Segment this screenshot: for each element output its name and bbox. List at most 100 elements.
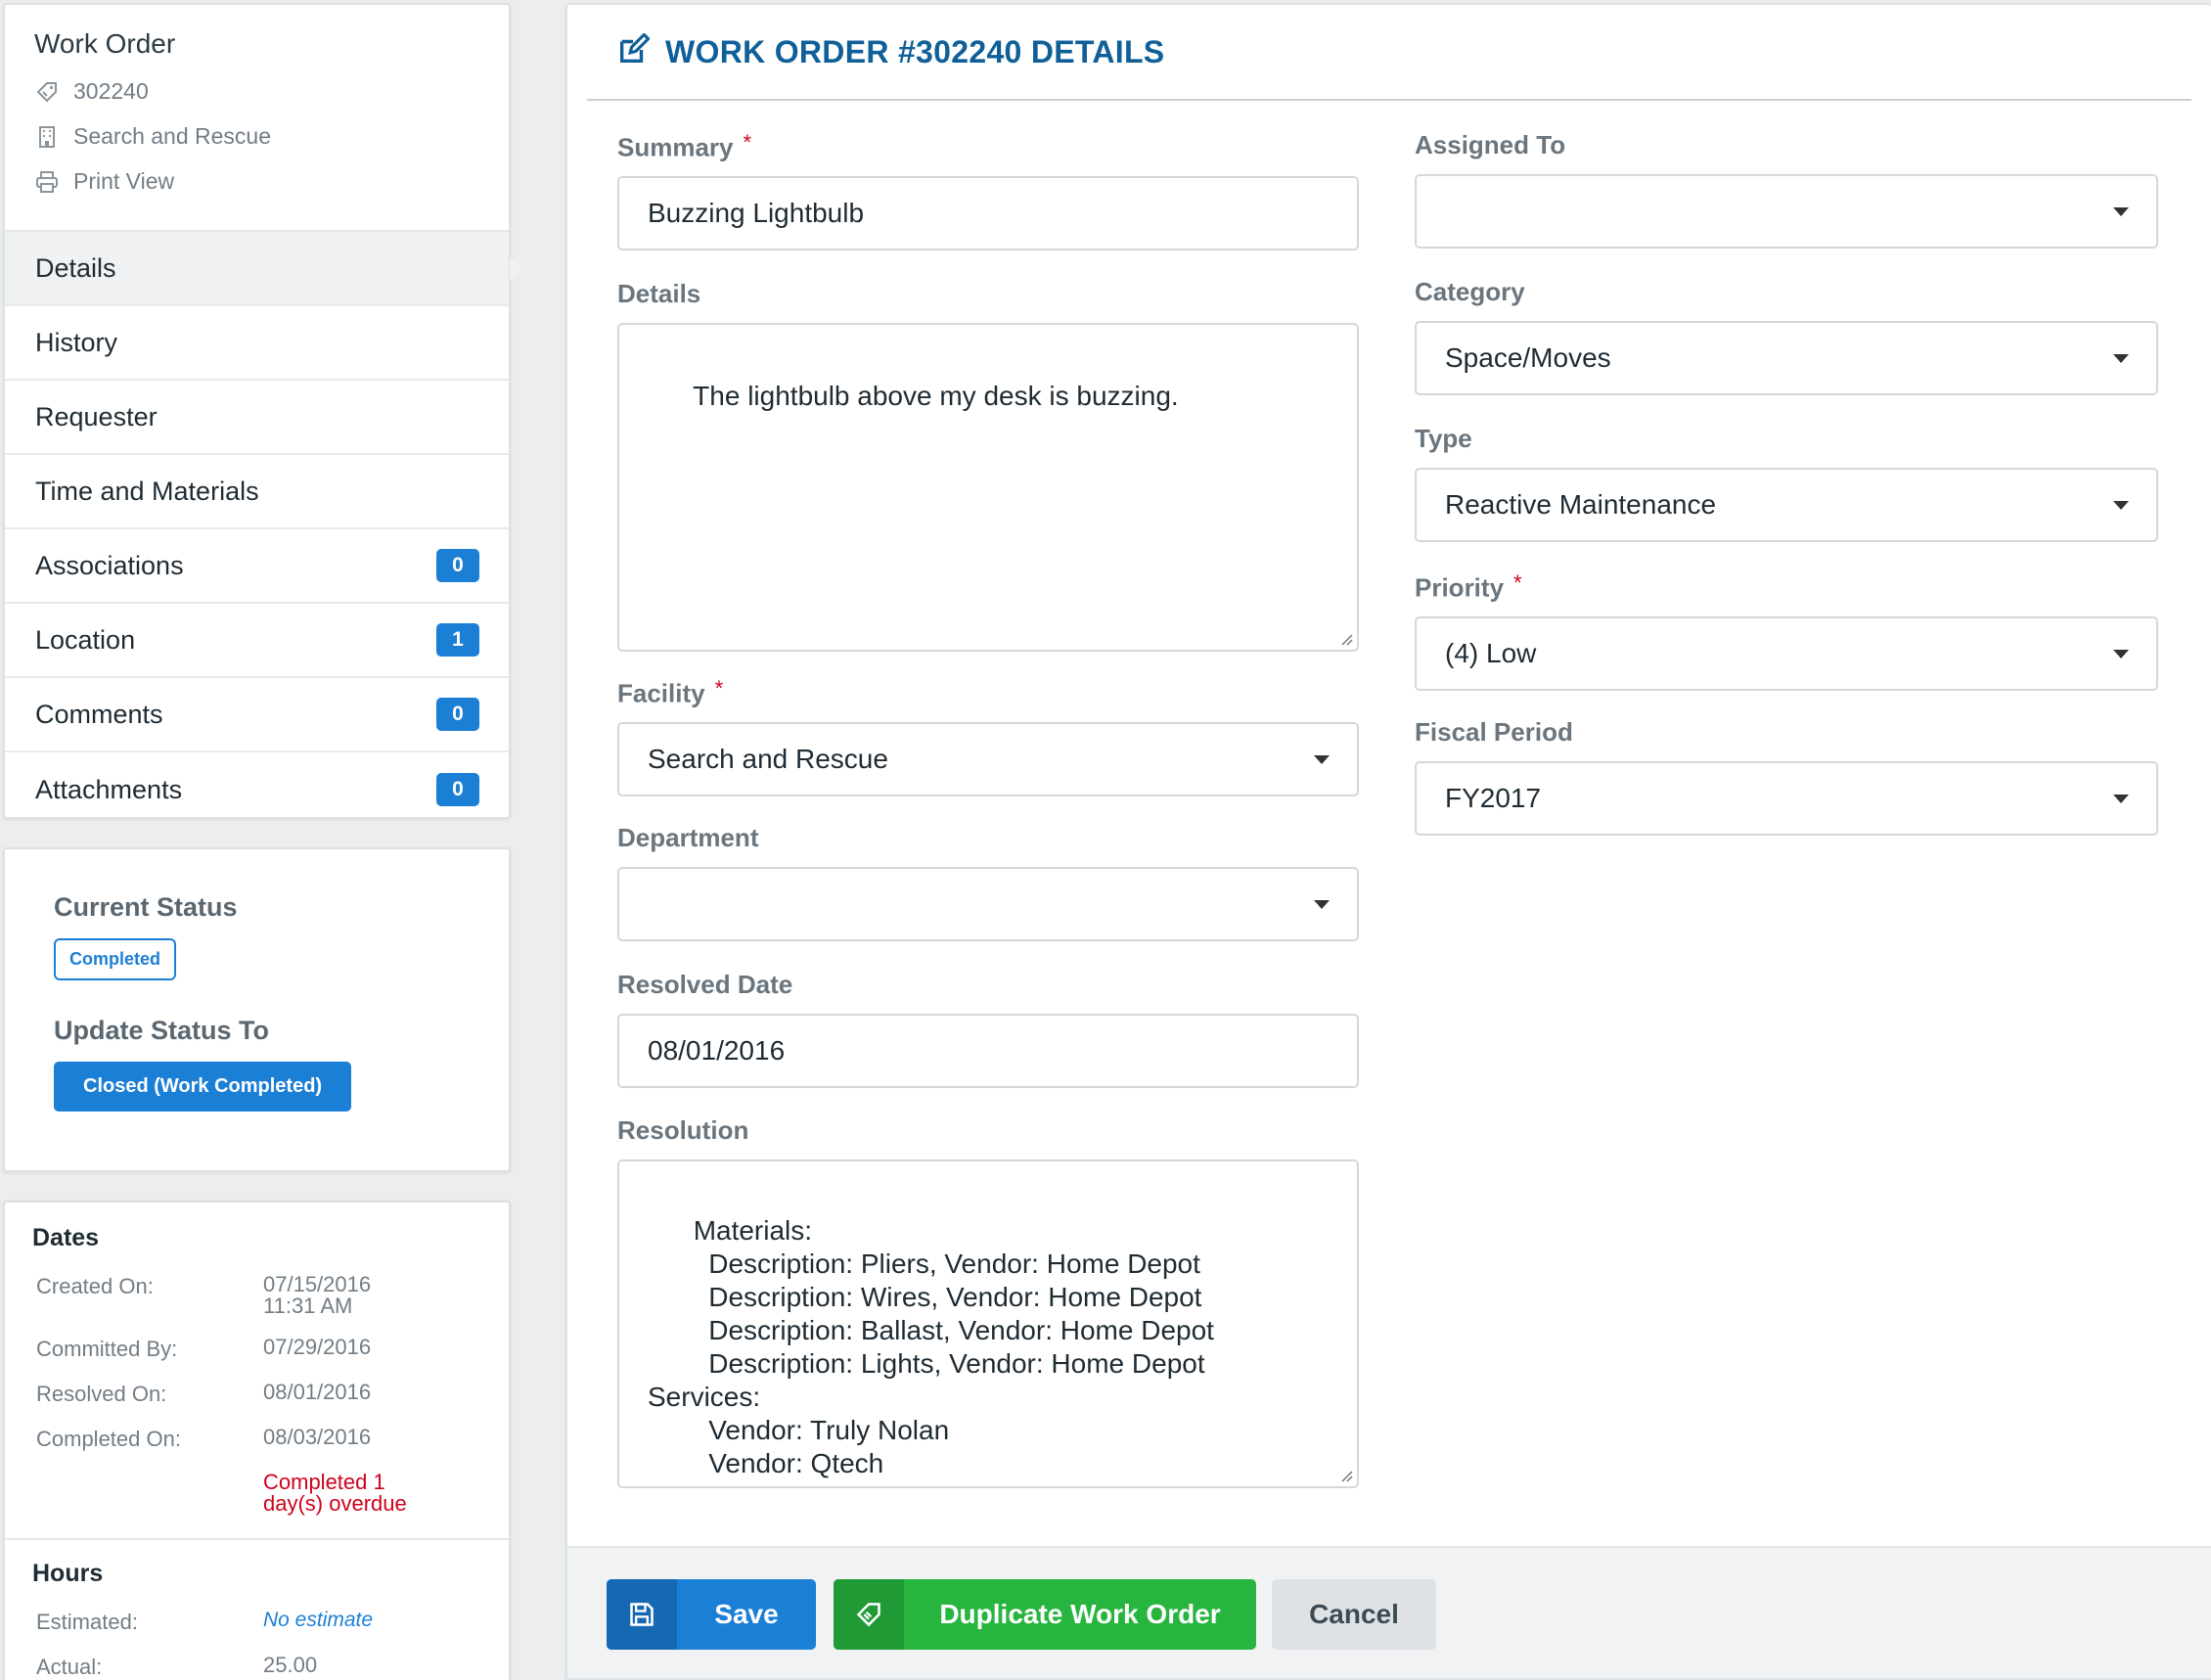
priority-select[interactable]: (4) Low (1415, 616, 2158, 692)
sidebar-item-label: Associations (35, 550, 184, 580)
overdue-line-2: day(s) overdue (263, 1491, 407, 1516)
cancel-button[interactable]: Cancel (1272, 1579, 1436, 1650)
sidebar-item-label: Comments (35, 699, 163, 729)
status-card: Current Status Completed Update Status T… (3, 847, 511, 1172)
hours-label: Estimated: (36, 1610, 138, 1634)
type-select[interactable]: Reactive Maintenance (1415, 468, 2158, 542)
count-badge: 0 (436, 773, 479, 806)
category-label: Category (1415, 277, 1525, 306)
details-field: Details The lightbulb above my desk is b… (617, 279, 1359, 652)
assigned-to-label: Assigned To (1415, 130, 1566, 159)
required-mark: * (1513, 570, 1522, 595)
assigned-to-select[interactable] (1415, 174, 2158, 249)
count-badge: 0 (436, 698, 479, 731)
summary-value: Buzzing Lightbulb (648, 198, 865, 229)
save-label: Save (714, 1599, 779, 1629)
chevron-down-icon (1314, 899, 1330, 909)
date-value: 08/01/2016 (263, 1380, 372, 1404)
page-title: WORK ORDER #302240 DETAILS (665, 33, 1165, 69)
category-value: Space/Moves (1445, 342, 1611, 373)
print-view-link[interactable]: Print View (34, 168, 479, 195)
department-field: Department (617, 823, 1359, 941)
date-row-committed: Committed By: 07/29/2016 (5, 1337, 509, 1362)
work-order-card: Work Order 302240 Search and Rescue Prin… (3, 3, 521, 819)
sidebar-item-label: Details (35, 252, 116, 283)
hours-row-actual: Actual: 25.00 (5, 1655, 509, 1680)
hours-value: 25.00 (263, 1653, 318, 1677)
sidebar-item-details[interactable]: Details (5, 232, 521, 306)
date-label: Completed On: (36, 1427, 181, 1451)
work-order-facility[interactable]: Search and Rescue (34, 123, 479, 150)
type-value: Reactive Maintenance (1445, 489, 1717, 520)
printer-icon (34, 169, 60, 195)
date-label: Resolved On: (36, 1382, 167, 1406)
count-badge: 0 (436, 549, 479, 582)
sidebar-nav: Details History Requester Time and Mater… (5, 230, 521, 827)
resolution-label: Resolution (617, 1115, 749, 1145)
work-order-facility-text: Search and Rescue (73, 123, 272, 149)
sidebar-item-label: Requester (35, 401, 158, 431)
date-row-completed: Completed On: 08/03/2016 (5, 1427, 509, 1452)
summary-field: Summary * Buzzing Lightbulb (617, 130, 1359, 251)
work-order-title: Work Order (34, 28, 176, 59)
work-order-number-text: 302240 (73, 78, 149, 104)
category-select[interactable]: Space/Moves (1415, 321, 2158, 395)
required-mark: * (743, 130, 752, 155)
resolution-textarea[interactable]: Materials: Description: Pliers, Vendor: … (617, 1159, 1359, 1488)
resolved-date-value: 08/01/2016 (648, 1035, 786, 1066)
hours-value: No estimate (263, 1609, 374, 1631)
count-badge: 1 (436, 623, 479, 657)
resolved-date-input[interactable]: 08/01/2016 (617, 1014, 1359, 1088)
sidebar-item-history[interactable]: History (5, 306, 509, 381)
resolved-date-label: Resolved Date (617, 970, 793, 999)
panel-header: WORK ORDER #302240 DETAILS (587, 5, 2191, 101)
current-status-label: Current Status (54, 892, 238, 922)
ticket-icon (834, 1579, 904, 1650)
dates-title: Dates (32, 1224, 100, 1251)
update-status-button[interactable]: Closed (Work Completed) (54, 1062, 352, 1112)
floppy-disk-icon (607, 1579, 677, 1650)
priority-value: (4) Low (1445, 638, 1537, 669)
facility-select[interactable]: Search and Rescue (617, 722, 1359, 797)
building-icon (34, 124, 60, 150)
status-badge: Completed (54, 938, 177, 980)
resize-handle-icon[interactable] (1339, 1469, 1353, 1482)
type-label: Type (1415, 424, 1472, 453)
sidebar-item-associations[interactable]: Associations 0 (5, 529, 509, 604)
duplicate-label: Duplicate Work Order (939, 1599, 1221, 1629)
sidebar-item-time-and-materials[interactable]: Time and Materials (5, 455, 509, 529)
facility-field: Facility * Search and Rescue (617, 676, 1359, 797)
summary-label: Summary (617, 132, 734, 162)
priority-field: Priority * (4) Low (1415, 570, 2158, 692)
save-button[interactable]: Save (607, 1579, 816, 1650)
sidebar-item-requester[interactable]: Requester (5, 381, 509, 455)
sidebar-item-location[interactable]: Location 1 (5, 604, 509, 678)
sidebar-item-comments[interactable]: Comments 0 (5, 678, 509, 752)
chevron-down-icon (2113, 353, 2129, 363)
details-textarea[interactable]: The lightbulb above my desk is buzzing. (617, 323, 1359, 652)
department-label: Department (617, 823, 759, 852)
summary-input[interactable]: Buzzing Lightbulb (617, 176, 1359, 251)
fiscal-period-select[interactable]: FY2017 (1415, 761, 2158, 836)
fiscal-period-value: FY2017 (1445, 783, 1542, 813)
priority-label: Priority (1415, 572, 1505, 603)
update-status-label: Update Status To (54, 1016, 270, 1045)
hours-label: Actual: (36, 1655, 103, 1679)
date-value-time: 11:31 AM (263, 1294, 353, 1318)
department-select[interactable] (617, 867, 1359, 941)
hours-row-estimated: Estimated: No estimate (5, 1610, 509, 1635)
sidebar-item-attachments[interactable]: Attachments 0 (5, 752, 509, 827)
fiscal-period-field: Fiscal Period FY2017 (1415, 717, 2158, 836)
details-value: The lightbulb above my desk is buzzing. (693, 381, 1179, 411)
sidebar-item-label: Location (35, 624, 136, 655)
date-label: Created On: (36, 1274, 154, 1298)
cancel-label: Cancel (1309, 1599, 1399, 1629)
date-value: 07/15/2016 11:31 AM (263, 1274, 459, 1317)
sidebar-item-label: Attachments (35, 774, 183, 804)
tag-icon (34, 79, 60, 105)
resize-handle-icon[interactable] (1339, 632, 1353, 646)
category-field: Category Space/Moves (1415, 277, 2158, 395)
work-order-header: Work Order 302240 Search and Rescue Prin… (5, 5, 509, 230)
duplicate-work-order-button[interactable]: Duplicate Work Order (834, 1579, 1256, 1650)
date-row-created: Created On: 07/15/2016 11:31 AM (5, 1274, 509, 1317)
